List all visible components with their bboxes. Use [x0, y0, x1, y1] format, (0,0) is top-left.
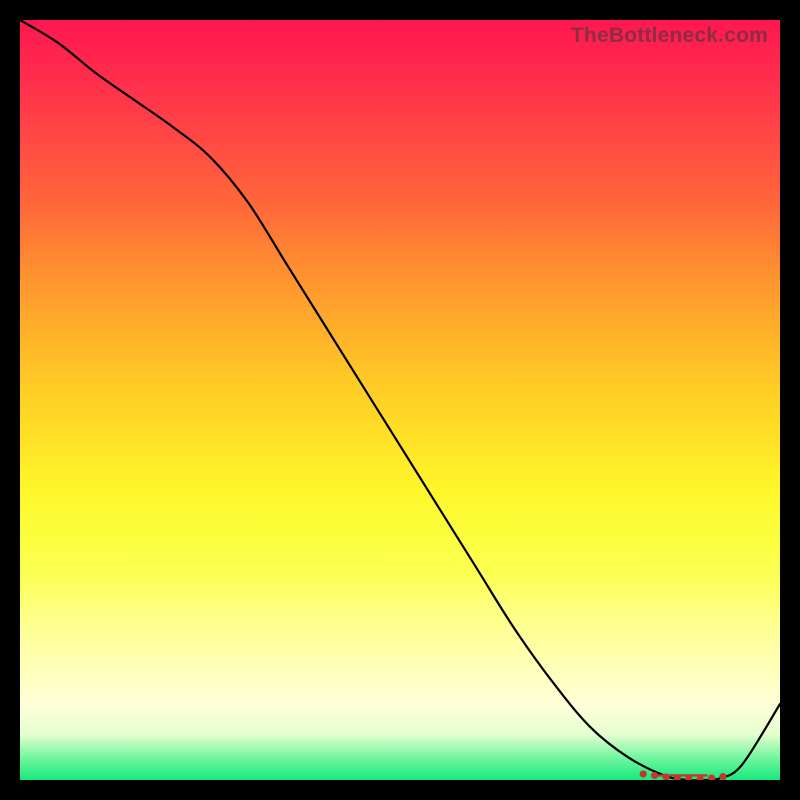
chart-frame: TheBottleneck.com [0, 0, 800, 800]
chart-svg [20, 20, 780, 780]
curve-line [20, 20, 780, 780]
chart-plot-area: TheBottleneck.com [20, 20, 780, 780]
